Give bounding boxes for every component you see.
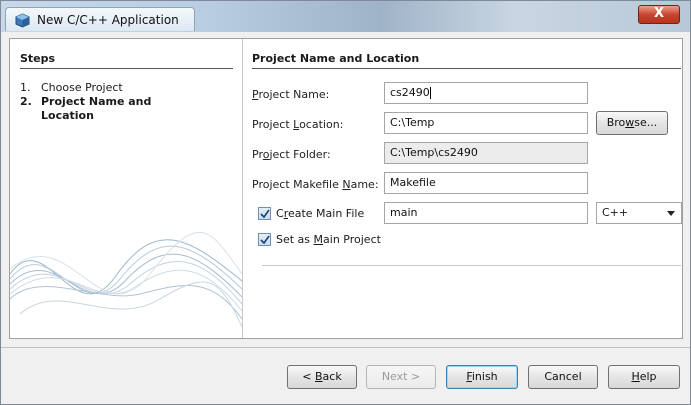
step-number: 1. [20, 81, 31, 94]
button-bar-separator [1, 347, 690, 348]
cube-icon [15, 13, 30, 28]
select-value: C++ [602, 206, 629, 219]
wave-decoration-graphic [10, 231, 242, 328]
finish-button[interactable]: Finish [446, 365, 518, 389]
checkbox-label: Set as Main Project [276, 233, 381, 246]
back-button[interactable]: < Back [287, 365, 357, 389]
button-text: elp [639, 370, 657, 383]
label-text: ocation: [299, 118, 344, 131]
step-label: Choose Project [41, 81, 123, 94]
help-button[interactable]: Help [608, 365, 680, 389]
text-caret [429, 87, 431, 99]
input-value: C:\Temp\cs2490 [390, 146, 478, 159]
makefile-name-input[interactable]: Makefile [384, 172, 588, 194]
chevron-down-icon [667, 211, 675, 216]
button-text: ack [322, 370, 342, 383]
project-folder-label: Project Folder: [252, 148, 331, 161]
language-select[interactable]: C++ [596, 202, 682, 224]
next-button[interactable]: Next > [366, 365, 436, 389]
steps-panel: Steps 1. Choose Project 2. Project Name … [10, 39, 243, 338]
step-number: 2. [20, 95, 32, 108]
label-text: ame: [350, 178, 379, 191]
label-text: eate Main File [287, 207, 365, 220]
browse-button[interactable]: Browse... [596, 111, 668, 135]
main-panel: Project Name and Location Project Name: … [252, 39, 682, 338]
title-bar[interactable]: New C/C++ Application X [1, 1, 690, 32]
panel-divider [262, 265, 681, 266]
label-text: Project [252, 118, 294, 131]
project-folder-field: C:\Temp\cs2490 [384, 142, 588, 164]
input-value: cs2490 [390, 86, 430, 99]
button-mnemonic: H [631, 370, 640, 383]
label-text: ject Folder: [269, 148, 331, 161]
button-text: se... [634, 116, 658, 129]
close-icon: X [653, 6, 665, 21]
close-button[interactable]: X [638, 5, 680, 24]
button-text: < [302, 370, 315, 383]
label-mnemonic: N [342, 178, 351, 191]
button-text: Cancel [544, 370, 582, 383]
checkmark-icon [260, 209, 270, 219]
project-name-label: Project Name: [252, 88, 329, 101]
checkbox[interactable] [258, 233, 271, 246]
project-name-input[interactable]: cs2490 [384, 82, 588, 104]
label-text: ain Project [323, 233, 381, 246]
button-text: inish [471, 370, 498, 383]
label-text: Pr [252, 148, 263, 161]
dialog-window: New C/C++ Application X Steps 1. Choose … [0, 0, 691, 405]
input-value: C:\Temp [390, 116, 435, 129]
title-tab: New C/C++ Application [5, 7, 195, 31]
checkmark-icon [260, 235, 270, 245]
checkbox[interactable] [258, 207, 271, 220]
project-location-label: Project Location: [252, 118, 343, 131]
project-location-input[interactable]: C:\Temp [384, 112, 588, 134]
label-mnemonic: M [313, 233, 324, 246]
window-title: New C/C++ Application [37, 13, 179, 27]
label-text: Set as [276, 233, 314, 246]
button-text: Next > [381, 370, 421, 383]
checkbox-label: Create Main File [276, 207, 364, 220]
button-text: Bro [606, 116, 626, 129]
steps-header: Steps [20, 52, 233, 69]
input-value: Makefile [390, 176, 436, 189]
main-file-name-input[interactable]: main [384, 202, 588, 224]
label-text: roject Name: [258, 88, 330, 101]
step-label: Project Name and Location [41, 95, 152, 122]
wizard-content: Steps 1. Choose Project 2. Project Name … [9, 38, 683, 339]
button-mnemonic: B [315, 370, 323, 383]
section-header: Project Name and Location [252, 52, 681, 69]
input-value: main [390, 206, 418, 219]
cancel-button[interactable]: Cancel [528, 365, 598, 389]
label-text: C [276, 207, 284, 220]
button-mnemonic: w [625, 116, 635, 129]
label-text: Project Makefile [252, 178, 343, 191]
makefile-name-label: Project Makefile Name: [252, 178, 379, 191]
